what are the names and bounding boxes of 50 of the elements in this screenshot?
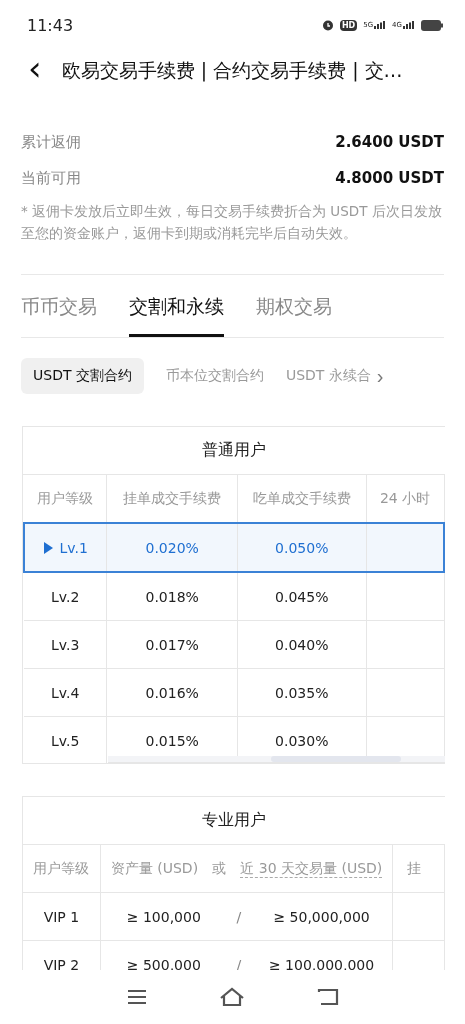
separator-text: / xyxy=(235,908,243,925)
rebate-label: 当前可用 xyxy=(21,168,81,188)
column-header: 用户等级 xyxy=(23,845,101,893)
category-tab[interactable]: 期权交易 xyxy=(256,275,332,337)
page-title: 欧易交易手续费 | 合约交易手续费 | 交… xyxy=(61,58,403,84)
signal-icon xyxy=(374,21,387,29)
table-cell: 0.020% xyxy=(106,523,238,572)
table-cell: Lv.2 xyxy=(24,572,107,621)
scrollbar[interactable] xyxy=(108,756,445,763)
table-cell: Lv.3 xyxy=(24,620,107,669)
rebate-value: 4.8000 USDT xyxy=(335,169,444,187)
table-cell: 0.035% xyxy=(237,668,367,717)
menu-icon[interactable] xyxy=(125,988,148,1006)
table-cell: 0.017% xyxy=(106,620,238,669)
back-icon[interactable] xyxy=(317,988,340,1006)
category-tab[interactable]: 交割和永续 xyxy=(129,275,224,337)
alarm-icon xyxy=(321,19,334,31)
table-title: 普通用户 xyxy=(23,427,445,475)
back-button[interactable]: ‹ xyxy=(24,51,46,91)
table-cell: 0.018% xyxy=(106,572,238,621)
column-header-link[interactable]: 近 30 天交易量 (USD) xyxy=(240,859,383,878)
contract-chip[interactable]: 币本位交割合约 xyxy=(165,358,264,394)
table-title: 专业用户 xyxy=(23,797,445,845)
clock-time: 11:43 xyxy=(27,15,74,35)
table-cell: VIP 1 xyxy=(23,892,101,941)
battery-icon xyxy=(421,19,443,31)
table-cell-text: ≥ 100,000 xyxy=(125,908,202,925)
rebate-value: 2.6400 USDT xyxy=(335,133,444,151)
table-cell: Lv.1 xyxy=(24,523,107,572)
table-cell: 0.016% xyxy=(106,668,238,717)
table-cell: 0.050% xyxy=(237,523,367,572)
signal-icon xyxy=(403,21,415,29)
rebate-label: 累计返佣 xyxy=(21,132,81,152)
column-header: 资产量 (USD) xyxy=(110,859,199,878)
table-cell: Lv.5 xyxy=(24,716,107,764)
contract-chip[interactable]: USDT 交割合约 xyxy=(21,358,144,394)
column-header: 挂 xyxy=(392,845,445,893)
rebate-note: * 返佣卡发放后立即生效，每日交易手续费折合为 USDT 后次日发放至您的资金账户，返佣卡到期或消耗完毕后自动失效。 xyxy=(21,202,443,243)
column-header: 或 xyxy=(212,859,227,878)
table-cell: 0.045% xyxy=(237,572,367,621)
triangle-icon xyxy=(43,541,53,554)
hd-badge: HD xyxy=(339,19,358,31)
table-cell: Lv.4 xyxy=(24,668,107,717)
scroll-right-button[interactable]: › xyxy=(376,364,384,388)
home-icon[interactable] xyxy=(219,987,246,1007)
separator-text: / xyxy=(235,956,243,970)
table-cell-text: ≥ 50,000,000 xyxy=(272,908,371,925)
contract-chip[interactable]: USDT 永续合 xyxy=(285,358,371,394)
table-cell: 0.040% xyxy=(237,620,367,669)
category-tab[interactable]: 币币交易 xyxy=(21,275,97,337)
